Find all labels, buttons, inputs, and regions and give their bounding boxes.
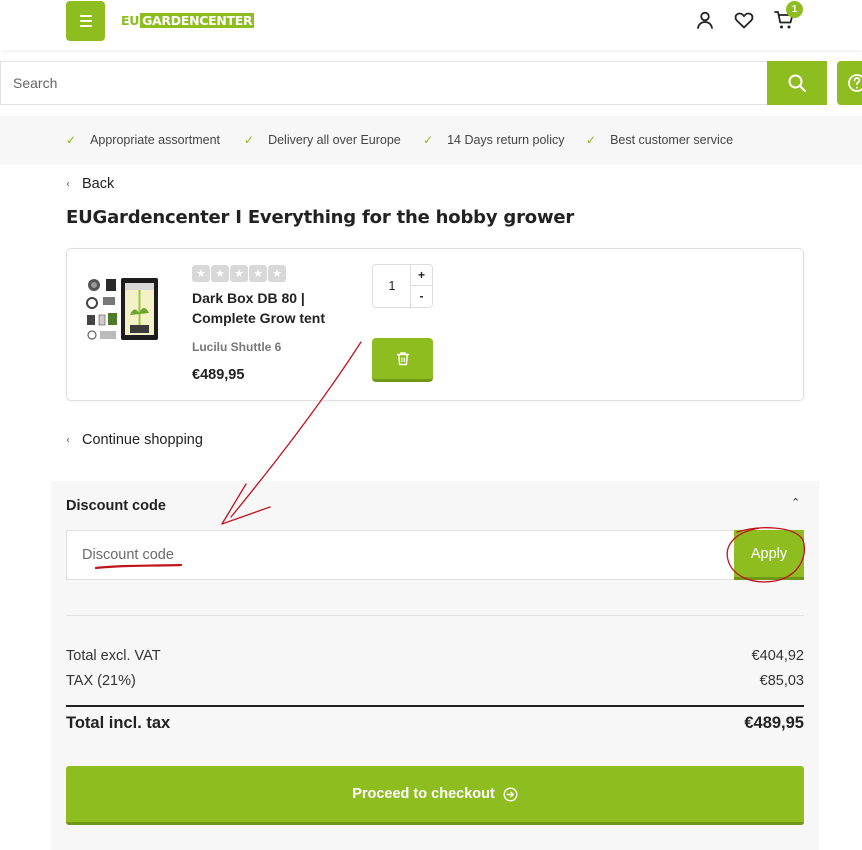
product-price: €489,95 <box>192 367 245 383</box>
tax-row: TAX (21%) €85,03 <box>66 673 804 689</box>
chevron-up-icon[interactable]: ⌃ <box>791 496 800 509</box>
star-icon: ★ <box>192 265 210 282</box>
continue-shopping-link[interactable]: ‹ Continue shopping <box>66 432 203 448</box>
wishlist-heart-icon[interactable] <box>733 9 755 31</box>
discount-section-title[interactable]: Discount code <box>66 498 166 514</box>
star-icon: ★ <box>249 265 267 282</box>
quantity-increase-button[interactable]: + <box>410 265 432 286</box>
star-icon: ★ <box>230 265 248 282</box>
proceed-to-checkout-button[interactable]: Proceed to checkout <box>66 766 804 825</box>
quantity-input[interactable]: 1 <box>373 265 411 307</box>
usp-item: ✓ Delivery all over Europe <box>244 133 401 147</box>
search-button[interactable] <box>767 61 827 105</box>
logo-gardencenter: GARDENCENTER <box>140 13 255 28</box>
discount-code-input[interactable] <box>67 531 734 579</box>
chevron-left-icon: ‹ <box>66 434 70 446</box>
total-excl-vat-row: Total excl. VAT €404,92 <box>66 648 804 664</box>
total-incl-tax-value: €489,95 <box>744 714 804 732</box>
total-excl-vat-label: Total excl. VAT <box>66 648 161 664</box>
trash-icon <box>396 352 409 366</box>
quantity-stepper: 1 + - <box>372 264 433 308</box>
help-icon <box>848 74 862 92</box>
search-input[interactable] <box>1 62 767 104</box>
divider <box>66 615 804 616</box>
logo-eu: EU <box>121 13 140 28</box>
usp-item: ✓ Best customer service <box>586 133 734 147</box>
total-excl-vat-value: €404,92 <box>751 648 804 664</box>
usp-bar: ✓ Appropriate assortment ✓ Delivery all … <box>0 116 862 165</box>
check-icon: ✓ <box>66 133 77 147</box>
apply-discount-button[interactable]: Apply <box>734 530 804 580</box>
discount-field <box>66 530 734 580</box>
rating-stars: ★ ★ ★ ★ ★ <box>192 265 286 282</box>
product-variant: Lucilu Shuttle 6 <box>192 340 282 354</box>
tax-label: TAX (21%) <box>66 673 136 689</box>
total-incl-tax-label: Total incl. tax <box>66 714 171 732</box>
cart-count-badge: 1 <box>786 1 803 18</box>
account-icon[interactable] <box>694 9 716 31</box>
product-name[interactable]: Dark Box DB 80 | Complete Grow tent <box>192 288 352 328</box>
product-image[interactable] <box>84 275 160 345</box>
star-icon: ★ <box>211 265 229 282</box>
total-incl-tax-row: Total incl. tax €489,95 <box>66 714 804 733</box>
usp-item: ✓ 14 Days return policy <box>423 133 565 147</box>
chevron-left-icon: ‹ <box>66 178 70 190</box>
total-divider <box>66 705 804 707</box>
menu-button[interactable] <box>66 1 105 41</box>
quantity-decrease-button[interactable]: - <box>410 286 432 307</box>
star-icon: ★ <box>268 265 286 282</box>
check-icon: ✓ <box>244 133 255 147</box>
hamburger-icon <box>79 15 92 17</box>
search-bar <box>0 61 767 105</box>
search-icon <box>788 74 806 92</box>
check-icon: ✓ <box>423 133 434 147</box>
usp-item: ✓ Appropriate assortment <box>66 133 220 147</box>
arrow-right-circle-icon <box>503 786 518 802</box>
site-logo[interactable]: EU GARDENCENTER <box>121 13 255 28</box>
order-summary: Discount code ⌃ Apply Total excl. VAT €4… <box>51 481 819 850</box>
site-header: EU GARDENCENTER 1 <box>0 0 862 50</box>
page-title: EUGardencenter I Everything for the hobb… <box>66 207 575 228</box>
checkout-label: Proceed to checkout <box>352 786 495 802</box>
cart-item: ★ ★ ★ ★ ★ Dark Box DB 80 | Complete Grow… <box>66 248 804 401</box>
help-button[interactable] <box>837 61 862 105</box>
check-icon: ✓ <box>586 133 597 147</box>
back-link[interactable]: ‹ Back <box>66 176 114 192</box>
tax-value: €85,03 <box>759 673 804 689</box>
remove-item-button[interactable] <box>372 338 433 382</box>
